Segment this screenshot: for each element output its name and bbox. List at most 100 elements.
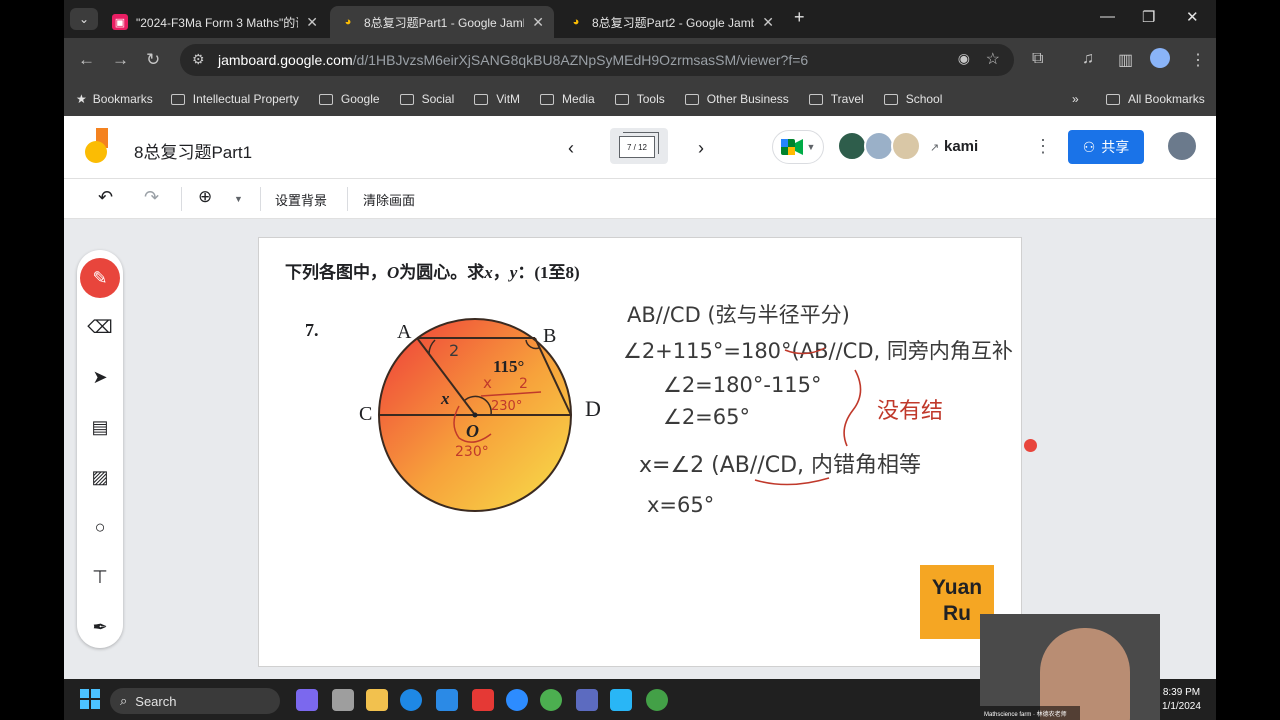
reload-icon[interactable]: ↻ [146, 50, 160, 70]
edge-icon[interactable] [400, 689, 422, 711]
sticky-note-button[interactable]: ▤ [85, 412, 115, 442]
laser-pointer-dot [1024, 439, 1037, 452]
jamboard-toolbar: ↶ ↷ ⊕ ▼ 设置背景 清除画面 [64, 179, 1216, 219]
add-image-button[interactable]: ▨ [85, 462, 115, 492]
add-person-icon: ⚇ [1082, 138, 1096, 155]
menu-dots-icon[interactable]: ⋮ [1190, 50, 1206, 70]
laser-tool-button[interactable]: ✒ [85, 612, 115, 642]
extensions-icon[interactable]: ⧉ [1032, 50, 1043, 68]
collaborator-avatar[interactable] [837, 131, 867, 161]
bookmark-folder[interactable]: Other Business [684, 92, 789, 106]
eraser-tool-button[interactable]: ⌫ [85, 312, 115, 342]
chevron-down-icon: ⌄ [78, 12, 90, 26]
minimize-icon[interactable]: — [1100, 8, 1115, 25]
eye-off-icon[interactable]: ◉ [958, 50, 970, 67]
tab-jamboard-part1[interactable]: ◕ 8总复习题Part1 - Google Jamboard ✕ [330, 6, 554, 38]
text-box-button[interactable]: ⊤ [85, 562, 115, 592]
chrome-profile-icon[interactable] [646, 689, 668, 711]
restore-icon[interactable]: ❐ [1142, 8, 1155, 26]
bookmark-folder[interactable]: Google [318, 92, 380, 106]
browser-toolbar: ← → ↻ ⚙ jamboard.google.com/d/1HBJvzsM6e… [64, 38, 1216, 82]
tab-strip: ⌄ ▣ "2024-F3Ma Form 3 Maths"的课 ✕ ◕ 8总复习题… [64, 0, 1216, 38]
tab-classroom[interactable]: ▣ "2024-F3Ma Form 3 Maths"的课 ✕ [102, 6, 328, 38]
handwriting-line-3: ∠2=180°-115° [663, 373, 822, 397]
file-explorer-icon[interactable] [366, 689, 388, 711]
set-background-button[interactable]: 设置背景 [275, 190, 327, 209]
redo-icon[interactable]: ↷ [144, 187, 159, 208]
close-icon[interactable]: ✕ [762, 14, 774, 31]
windows-start-icon[interactable] [80, 689, 100, 709]
zoom-icon[interactable]: ⊕ [198, 187, 212, 207]
label-d: D [585, 396, 601, 421]
new-tab-button[interactable]: + [794, 7, 805, 28]
store-icon[interactable] [436, 689, 458, 711]
notes-icon[interactable] [576, 689, 598, 711]
folder-icon [170, 93, 185, 105]
jamboard-header: 8总复习题Part1 ‹ 7 / 12 › ▼ ↗ kami ⋮ ⚇ 共享 [64, 116, 1216, 179]
bookmark-folder[interactable]: School [883, 92, 942, 106]
frame-indicator[interactable]: 7 / 12 [610, 128, 668, 164]
task-view-icon[interactable] [332, 689, 354, 711]
bookmark-bookmarks[interactable]: ★ Bookmarks [76, 92, 153, 106]
bookmark-folder[interactable]: Social [399, 92, 454, 106]
clear-frame-button[interactable]: 清除画面 [363, 190, 415, 209]
previous-frame-button[interactable]: ‹ [568, 138, 574, 159]
collaborator-avatar[interactable] [891, 131, 921, 161]
jamboard-icon: ◕ [344, 16, 352, 28]
bookmark-folder[interactable]: Media [540, 92, 595, 106]
webcam-caption: Mathscience farm · 林德农老师 [980, 706, 1080, 720]
bookmark-folder[interactable]: Intellectual Property [170, 92, 299, 106]
folder-icon [1106, 93, 1120, 105]
folder-icon [684, 93, 699, 105]
bookmark-folder[interactable]: Tools [614, 92, 665, 106]
pen-tool-button[interactable]: ✎ [80, 258, 120, 298]
document-title[interactable]: 8总复习题Part1 [134, 138, 252, 163]
document-icon[interactable] [610, 689, 632, 711]
bookmark-folder[interactable]: VitM [474, 92, 520, 106]
meet-button[interactable]: ▼ [772, 130, 824, 164]
image-icon: ▨ [91, 466, 109, 487]
copilot-icon[interactable] [296, 689, 318, 711]
taskbar-search[interactable]: ⌕ Search [110, 688, 280, 714]
label-angle-115: 115° [493, 357, 524, 376]
frame-counter: 7 / 12 [619, 136, 655, 158]
collaborator-avatar[interactable] [864, 131, 894, 161]
star-icon: ★ [76, 92, 87, 106]
site-settings-icon[interactable]: ⚙ [192, 51, 205, 68]
system-clock[interactable]: 8:39 PM 1/1/2024 [1162, 686, 1201, 714]
label-x: x [440, 389, 450, 408]
jam-frame[interactable]: 下列各图中，O为圆心。求x，y：(1至8) 7. A B C D O x 115… [258, 237, 1022, 667]
star-icon[interactable]: ☆ [986, 49, 1000, 69]
account-avatar[interactable] [1166, 130, 1198, 162]
close-window-icon[interactable]: ✕ [1186, 8, 1199, 26]
bookmark-folder[interactable]: Travel [808, 92, 864, 106]
close-icon[interactable]: ✕ [306, 14, 318, 31]
profile-avatar[interactable] [1150, 48, 1170, 68]
wps-icon[interactable] [472, 689, 494, 711]
caret-down-icon: ▼ [806, 142, 816, 152]
instruction-text: 下列各图中，O为圆心。求x，y：(1至8) [285, 262, 580, 282]
next-frame-button[interactable]: › [698, 138, 704, 159]
more-bookmarks-icon[interactable]: » [1072, 92, 1079, 106]
kami-button[interactable]: kami [944, 138, 978, 155]
tab-jamboard-part2[interactable]: ◕ 8总复习题Part2 - Google Jamboard ✕ [558, 6, 784, 38]
select-tool-button[interactable]: ➤ [85, 362, 115, 392]
forward-arrow-icon[interactable]: → [112, 50, 129, 70]
media-icon[interactable]: ♫ [1082, 50, 1094, 68]
chrome-icon[interactable] [540, 689, 562, 711]
back-arrow-icon[interactable]: ← [78, 50, 95, 70]
share-button[interactable]: ⚇ 共享 [1068, 130, 1144, 164]
all-bookmarks[interactable]: All Bookmarks [1106, 92, 1205, 106]
close-icon[interactable]: ✕ [532, 14, 544, 31]
zoom-icon[interactable] [506, 689, 528, 711]
circle-tool-button[interactable]: ○ [85, 512, 115, 542]
label-b: B [543, 325, 556, 347]
tab-search-button[interactable]: ⌄ [70, 8, 98, 30]
address-bar[interactable]: ⚙ jamboard.google.com/d/1HBJvzsM6eirXjSA… [180, 44, 1014, 76]
caret-down-icon[interactable]: ▼ [234, 194, 243, 204]
worksheet-drawing: 下列各图中，O为圆心。求x，y：(1至8) 7. A B C D O x 115… [285, 262, 1013, 517]
undo-icon[interactable]: ↶ [98, 187, 113, 208]
side-panel-icon[interactable]: ▥ [1118, 50, 1133, 70]
more-options-icon[interactable]: ⋮ [1034, 136, 1052, 157]
cursor-icon: ➤ [92, 366, 108, 387]
